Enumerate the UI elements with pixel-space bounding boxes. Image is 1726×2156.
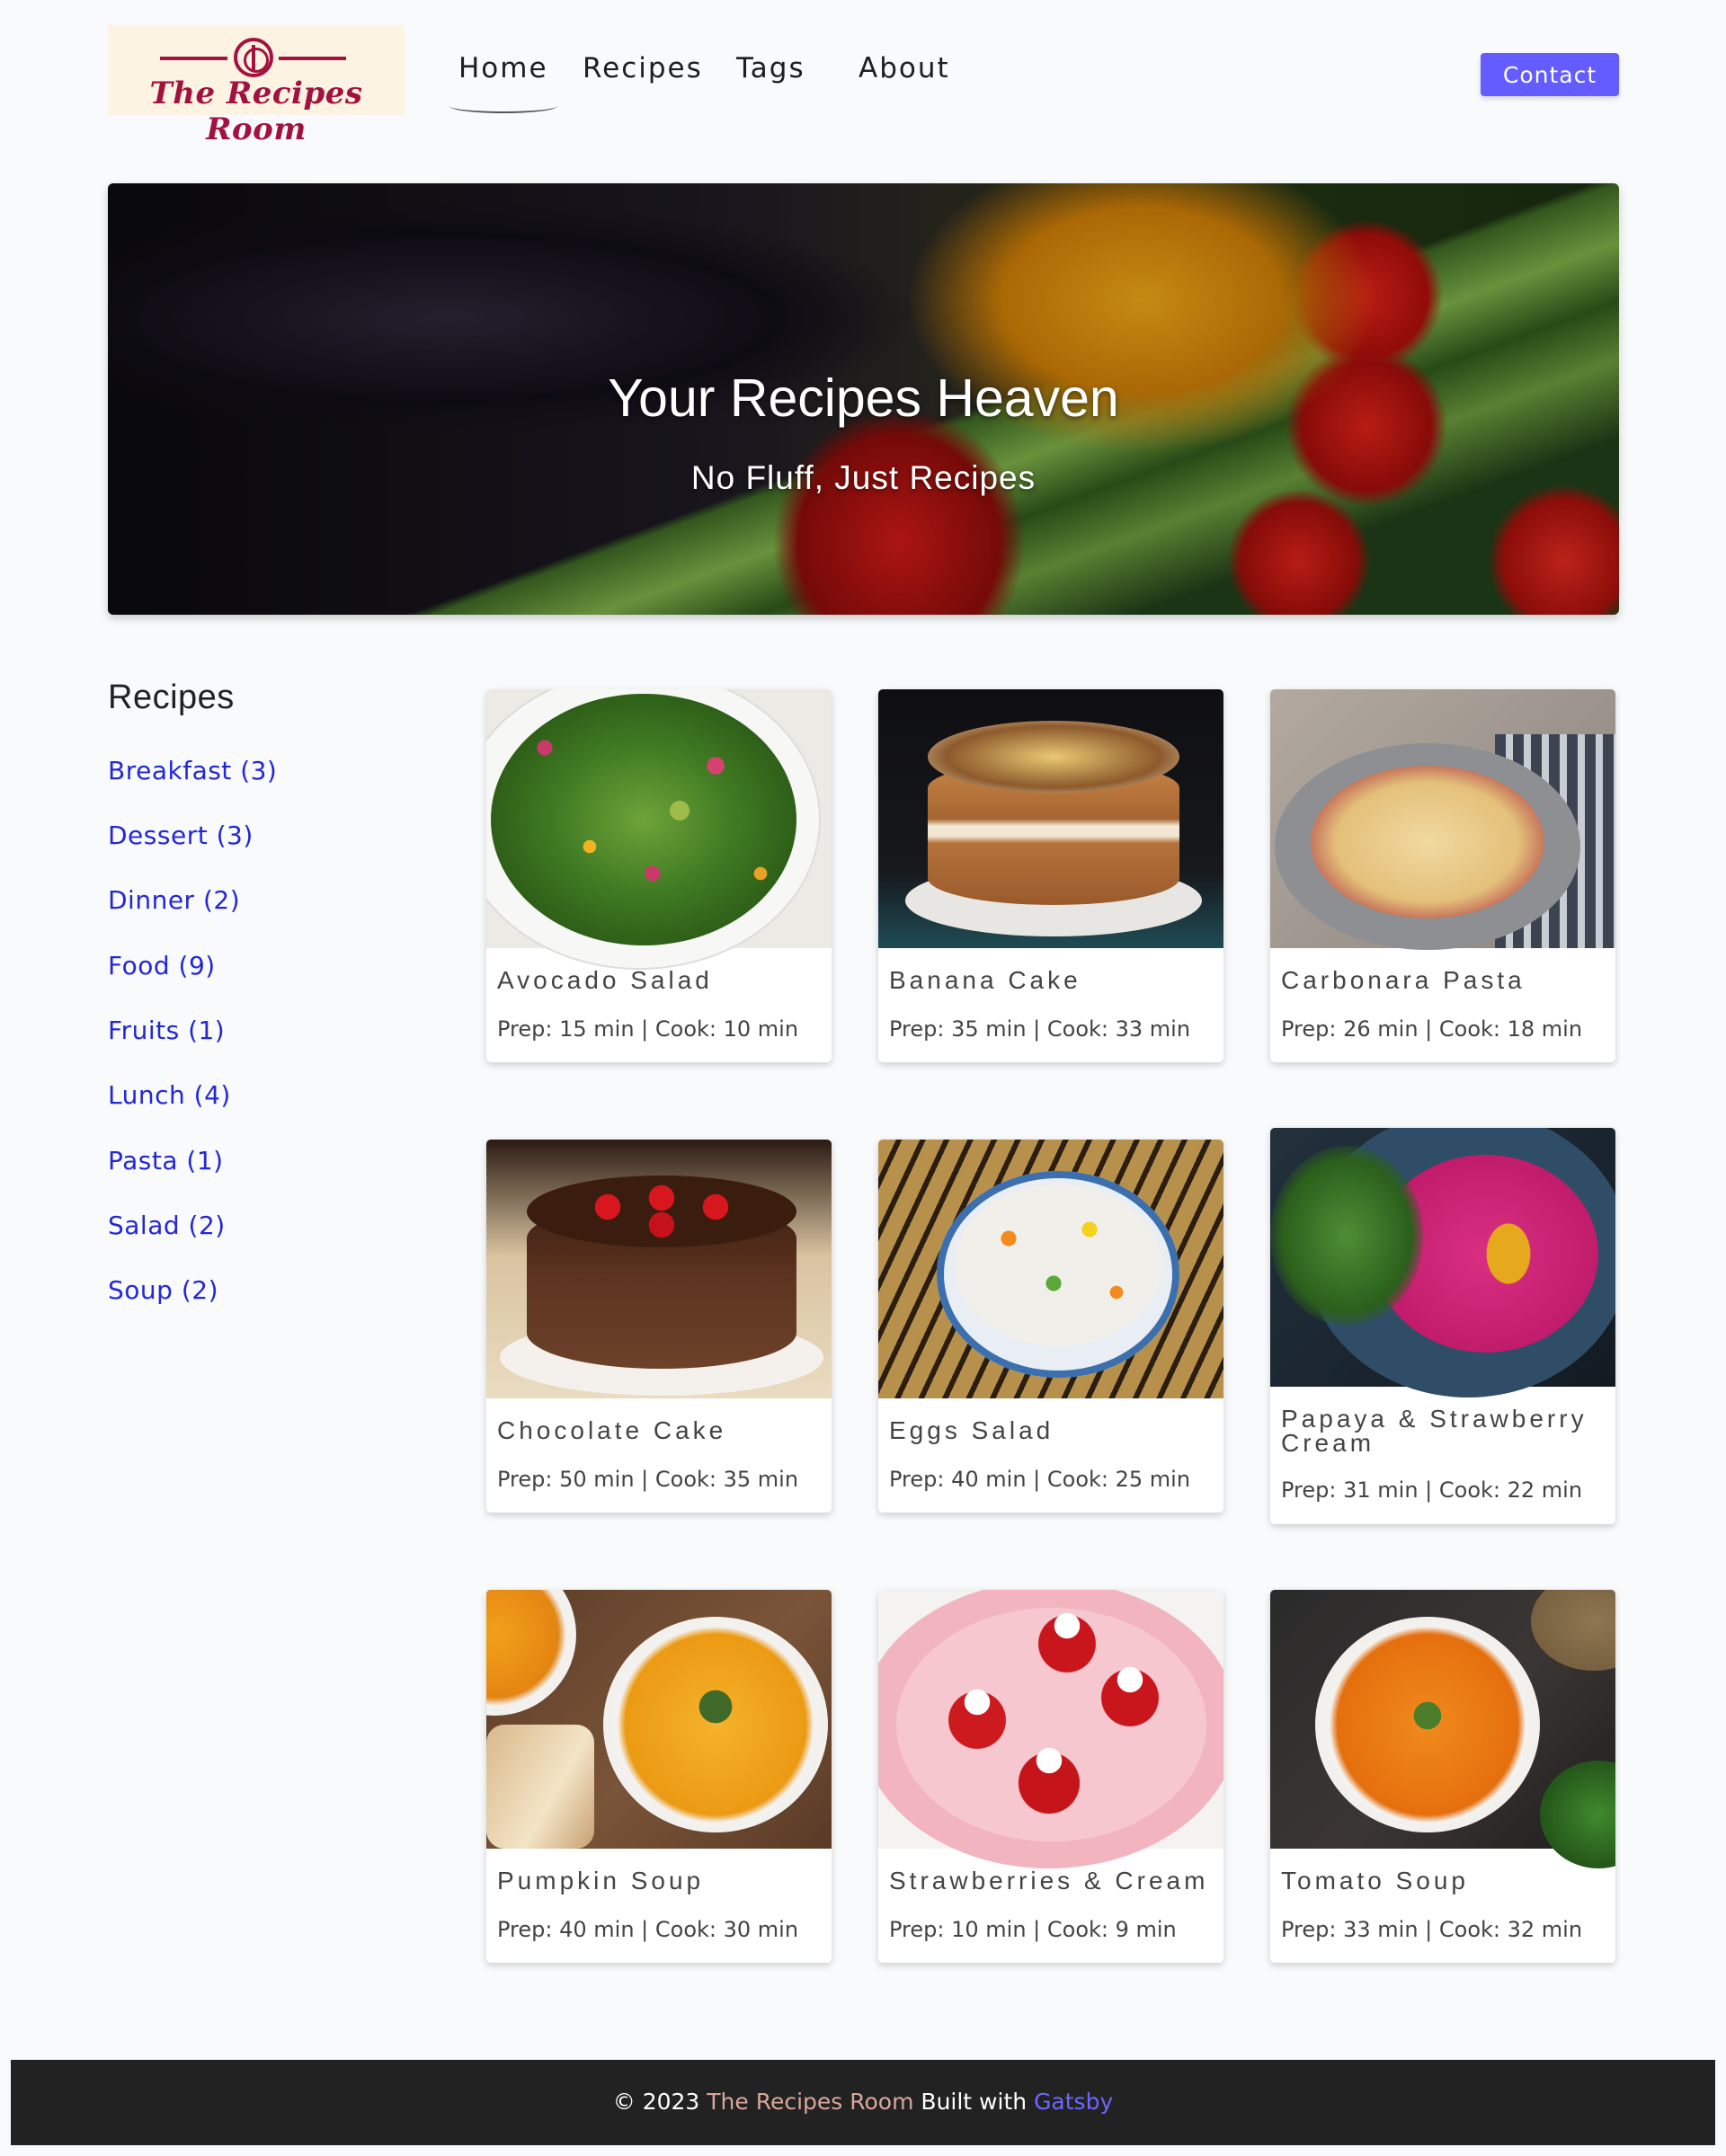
nav-about[interactable]: About [859, 52, 950, 84]
footer-built-with: Built with [921, 2089, 1028, 2115]
recipe-card-avocado-salad[interactable]: Avocado Salad Prep: 15 min | Cook: 10 mi… [486, 689, 832, 1062]
tag-link-dessert[interactable]: Dessert (3) [108, 821, 254, 850]
recipe-title: Avocado Salad [497, 966, 713, 994]
logo-text: The Recipes Room [149, 75, 363, 147]
nav-home[interactable]: Home [449, 52, 557, 113]
recipe-card-carbonara-pasta[interactable]: Carbonara Pasta Prep: 26 min | Cook: 18 … [1270, 689, 1615, 1062]
tag-link-lunch[interactable]: Lunch (4) [108, 1080, 231, 1110]
recipe-time: Prep: 15 min | Cook: 10 min [497, 1016, 799, 1042]
navbar: The Recipes Room Home Recipes Tags About… [108, 25, 1619, 147]
nav-recipes[interactable]: Recipes [583, 52, 703, 84]
recipe-card-chocolate-cake[interactable]: Chocolate Cake Prep: 50 min | Cook: 35 m… [486, 1140, 832, 1513]
recipe-image [878, 1590, 1223, 1868]
recipe-title: Pumpkin Soup [497, 1867, 705, 1894]
recipe-title: Carbonara Pasta [1281, 966, 1526, 994]
recipe-image [878, 1140, 1223, 1398]
recipe-time: Prep: 31 min | Cook: 22 min [1281, 1477, 1583, 1503]
recipe-time: Prep: 40 min | Cook: 30 min [497, 1917, 799, 1942]
recipe-image [486, 1590, 832, 1849]
recipe-image [1270, 1128, 1615, 1397]
tag-link-soup[interactable]: Soup (2) [108, 1275, 218, 1305]
sidebar-title: Recipes [108, 679, 235, 716]
recipe-title: Strawberries & Cream [889, 1867, 1209, 1894]
footer-text: © 2023 The Recipes Room Built with Gatsb… [11, 2089, 1715, 2115]
recipe-time: Prep: 40 min | Cook: 25 min [889, 1467, 1191, 1492]
tag-link-breakfast[interactable]: Breakfast (3) [108, 756, 277, 785]
recipe-title: Tomato Soup [1281, 1867, 1469, 1894]
logo-line-left [160, 57, 227, 60]
recipe-image [486, 689, 832, 968]
recipe-image [1270, 1590, 1615, 1868]
contact-button[interactable]: Contact [1481, 53, 1619, 96]
recipe-card-pumpkin-soup[interactable]: Pumpkin Soup Prep: 40 min | Cook: 30 min [486, 1590, 832, 1963]
recipe-card-banana-cake[interactable]: Banana Cake Prep: 35 min | Cook: 33 min [878, 689, 1223, 1062]
tag-link-fruits[interactable]: Fruits (1) [108, 1016, 225, 1045]
tag-link-pasta[interactable]: Pasta (1) [108, 1146, 224, 1176]
site-footer: © 2023 The Recipes Room Built with Gatsb… [11, 2060, 1715, 2145]
recipe-title: Eggs Salad [889, 1416, 1054, 1444]
recipe-card-strawberries-cream[interactable]: Strawberries & Cream Prep: 10 min | Cook… [878, 1590, 1223, 1963]
recipe-card-tomato-soup[interactable]: Tomato Soup Prep: 33 min | Cook: 32 min [1270, 1590, 1615, 1963]
recipe-image [878, 689, 1223, 948]
recipe-time: Prep: 35 min | Cook: 33 min [889, 1016, 1191, 1042]
hero-title: Your Recipes Heaven [608, 368, 1119, 428]
footer-gatsby-link[interactable]: Gatsby [1034, 2089, 1113, 2115]
recipe-card-papaya-strawberry-cream[interactable]: Papaya & Strawberry Cream Prep: 31 min |… [1270, 1128, 1615, 1524]
tags-sidebar: Recipes Breakfast (3) Dessert (3) Dinner… [108, 679, 378, 1305]
logo-line-right [279, 57, 346, 60]
recipe-title: Banana Cake [889, 966, 1081, 994]
recipe-time: Prep: 10 min | Cook: 9 min [889, 1917, 1177, 1942]
recipe-title: Papaya & Strawberry Cream [1281, 1405, 1588, 1457]
hero-banner: Your Recipes Heaven No Fluff, Just Recip… [108, 183, 1619, 615]
logo-wheel-icon [234, 38, 273, 77]
site-logo[interactable]: The Recipes Room [108, 25, 405, 147]
recipe-time: Prep: 50 min | Cook: 35 min [497, 1467, 799, 1492]
tag-link-dinner[interactable]: Dinner (2) [108, 885, 240, 915]
footer-brand: The Recipes Room [707, 2089, 914, 2115]
recipe-time: Prep: 26 min | Cook: 18 min [1281, 1016, 1583, 1042]
recipe-image [1270, 689, 1615, 950]
recipe-time: Prep: 33 min | Cook: 32 min [1281, 1917, 1583, 1942]
tag-link-salad[interactable]: Salad (2) [108, 1211, 226, 1240]
tag-link-food[interactable]: Food (9) [108, 951, 216, 980]
recipe-title: Chocolate Cake [497, 1416, 727, 1444]
hero-subtitle: No Fluff, Just Recipes [690, 459, 1036, 496]
recipe-card-eggs-salad[interactable]: Eggs Salad Prep: 40 min | Cook: 25 min [878, 1140, 1223, 1513]
recipe-image [486, 1140, 832, 1398]
footer-copyright: © 2023 [612, 2089, 700, 2115]
nav-tags[interactable]: Tags [736, 52, 805, 84]
